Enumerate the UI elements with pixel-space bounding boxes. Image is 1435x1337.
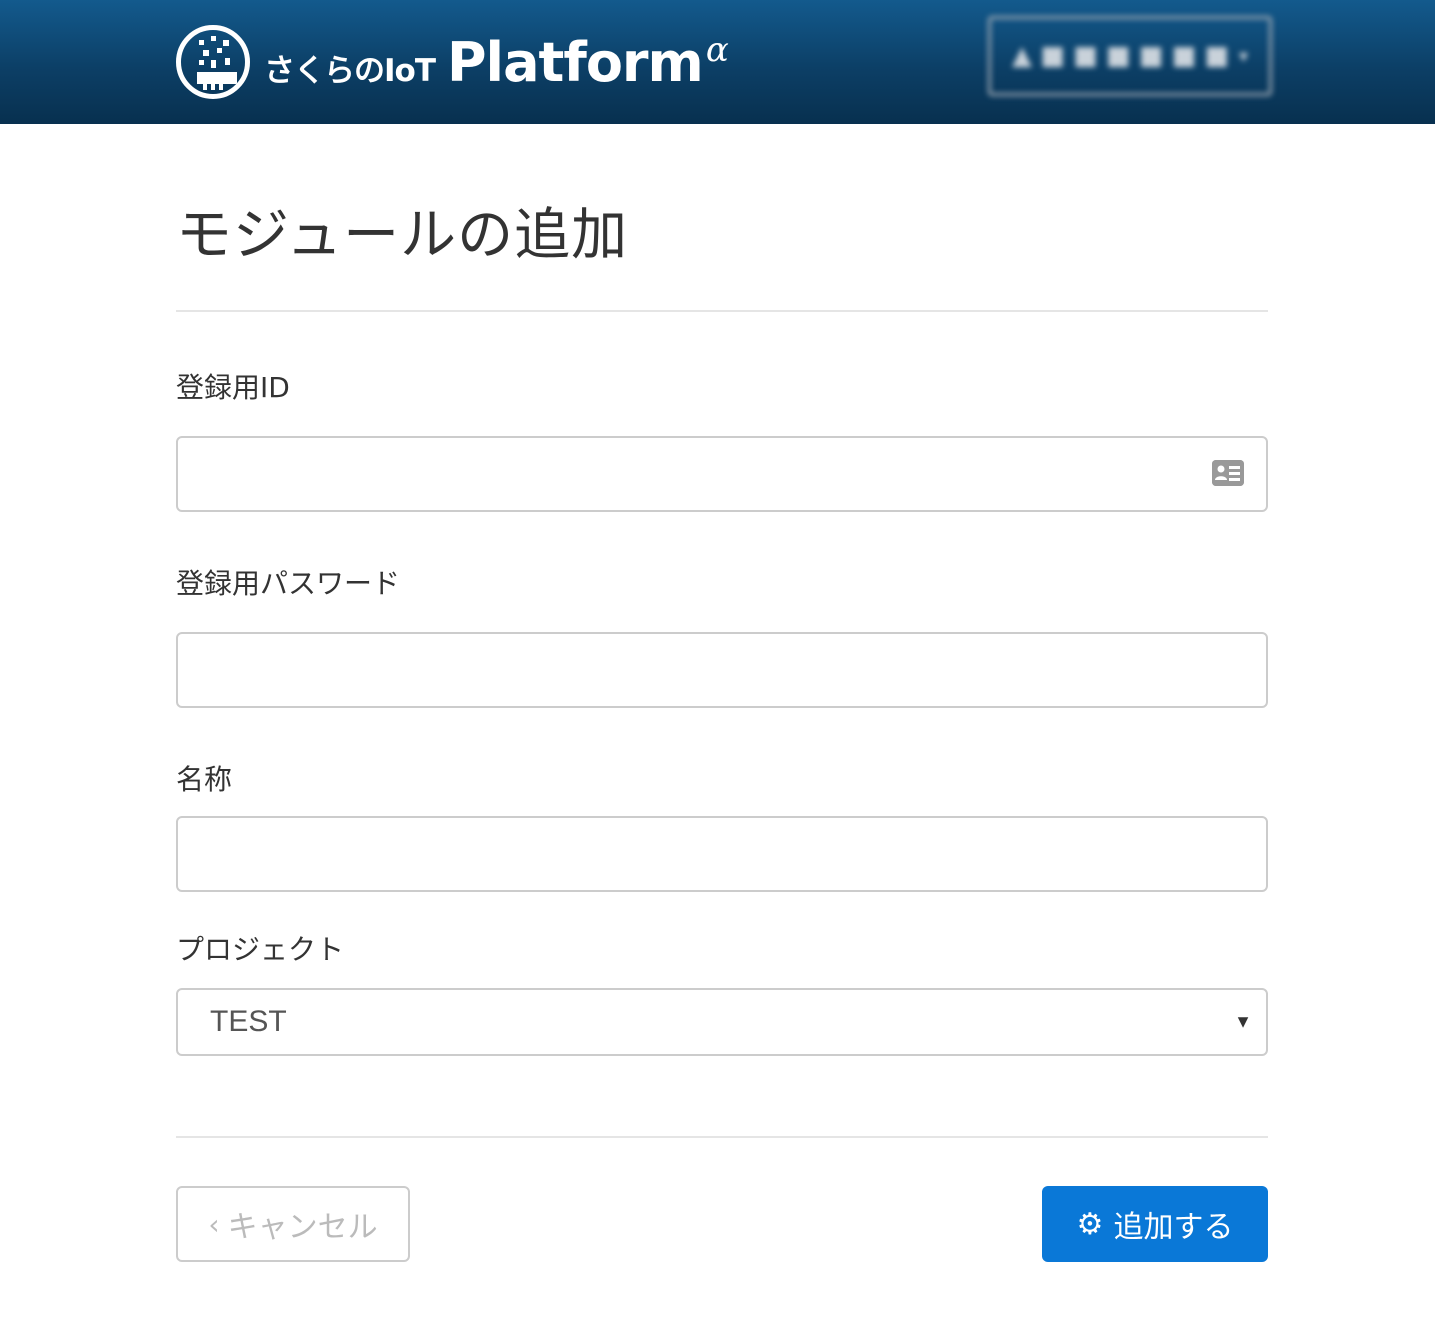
registration-id-label: 登録用ID bbox=[176, 371, 290, 404]
name-label: 名称 bbox=[176, 763, 233, 796]
registration-password-input[interactable] bbox=[176, 632, 1268, 708]
project-label: プロジェクト bbox=[176, 933, 345, 966]
cancel-button-label: キャンセル bbox=[227, 1210, 378, 1245]
cancel-button[interactable]: ‹ キャンセル bbox=[176, 1186, 410, 1262]
title-divider bbox=[176, 310, 1268, 312]
project-selected-value: TEST bbox=[210, 1005, 287, 1038]
gear-icon: ⚙ bbox=[1076, 1206, 1104, 1242]
caret-down-icon: ▼ bbox=[1234, 1011, 1252, 1032]
actions-divider bbox=[176, 1136, 1268, 1138]
chevron-left-icon: ‹ bbox=[208, 1207, 220, 1241]
sakura-iot-logo-icon bbox=[176, 25, 250, 99]
page-title: モジュールの追加 bbox=[176, 203, 629, 268]
logo-brand-jp: さくらのIoT bbox=[264, 52, 436, 89]
id-card-icon bbox=[1212, 460, 1244, 486]
caret-down-icon: ▾ bbox=[1238, 45, 1249, 67]
registration-password-label: 登録用パスワード bbox=[176, 567, 401, 600]
project-select[interactable]: TEST ▼ bbox=[176, 988, 1268, 1056]
app-header: さくらのIoT Platform α ▲ ■ ■ ■ ■ ■ ■ ▾ bbox=[0, 0, 1435, 124]
user-menu-button[interactable]: ▲ ■ ■ ■ ■ ■ ■ ▾ bbox=[988, 16, 1272, 96]
user-menu-label: ▲ ■ ■ ■ ■ ■ ■ bbox=[1011, 41, 1229, 71]
logo[interactable]: さくらのIoT Platform α bbox=[176, 23, 729, 101]
logo-brand-platform: Platform bbox=[446, 30, 704, 94]
add-module-button[interactable]: ⚙ 追加する bbox=[1042, 1186, 1268, 1262]
add-button-label: 追加する bbox=[1113, 1210, 1234, 1245]
name-input[interactable] bbox=[176, 816, 1268, 892]
logo-brand-alpha: α bbox=[705, 29, 729, 70]
registration-id-input[interactable] bbox=[176, 436, 1268, 512]
